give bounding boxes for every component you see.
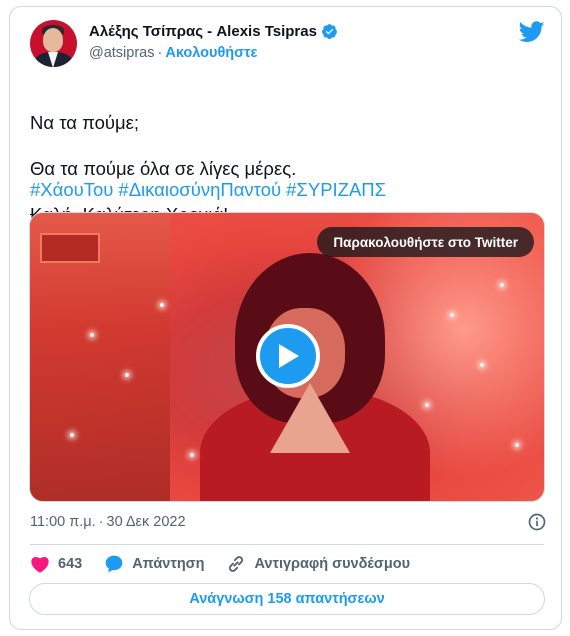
watch-on-twitter-button[interactable]: Παρακολουθήστε στο Twitter — [317, 227, 534, 257]
author-avatar[interactable] — [30, 20, 77, 67]
fairy-light — [425, 403, 429, 407]
tweet-timestamp[interactable]: 11:00 π.μ. · 30 Δεκ 2022 — [30, 514, 186, 530]
tweet-line-1: Να τα πούμε; — [30, 112, 140, 133]
fairy-light — [480, 363, 484, 367]
fairy-light — [70, 433, 74, 437]
hashtag-link[interactable]: #ΧάουΤου — [30, 179, 113, 201]
author-display-name[interactable]: Αλέξης Τσίπρας - Alexis Tsipras — [89, 23, 317, 40]
link-icon — [229, 556, 244, 572]
follow-button[interactable]: Ακολουθήστε — [165, 45, 257, 61]
tweet-actions: 643 Απάντηση Αντιγραφή συνδέσμου — [30, 552, 432, 576]
fairy-light — [500, 283, 504, 287]
fairy-light — [190, 453, 194, 457]
like-button[interactable]: 643 — [30, 555, 82, 573]
tweet-time: 11:00 π.μ. — [30, 514, 96, 530]
tweet-date: 30 Δεκ 2022 — [106, 514, 186, 530]
copy-link-button[interactable]: Αντιγραφή συνδέσμου — [226, 554, 410, 574]
fairy-light — [160, 303, 164, 307]
video-thumbnail[interactable]: Παρακολουθήστε στο Twitter — [29, 212, 545, 502]
hashtag-list: #ΧάουΤου #ΔικαιοσύνηΠαντού #ΣΥΡΙΖΑΠΣ — [30, 179, 386, 201]
verified-badge-icon — [322, 24, 337, 39]
info-icon[interactable] — [527, 512, 547, 532]
fairy-light — [450, 313, 454, 317]
hashtag-link[interactable]: #ΔικαιοσύνηΠαντού — [118, 179, 281, 201]
reply-button[interactable]: Απάντηση — [104, 554, 204, 574]
fairy-light — [90, 333, 94, 337]
author-handle-row: @atsipras · Ακολουθήστε — [89, 45, 257, 61]
reply-bubble-icon — [105, 555, 123, 573]
play-button[interactable] — [256, 324, 320, 388]
fairy-light — [125, 373, 129, 377]
tweet-line-2: Θα τα πούμε όλα σε λίγες μέρες. — [30, 158, 297, 179]
tweet-card: Αλέξης Τσίπρας - Alexis Tsipras @atsipra… — [9, 6, 562, 630]
copy-link-label: Αντιγραφή συνδέσμου — [254, 556, 411, 572]
hashtag-link[interactable]: #ΣΥΡΙΖΑΠΣ — [286, 179, 386, 201]
divider — [30, 544, 544, 545]
play-icon — [279, 344, 299, 368]
reply-label: Απάντηση — [132, 556, 205, 572]
timestamp-separator: · — [98, 514, 104, 530]
author-handle[interactable]: @atsipras — [89, 45, 155, 61]
video-background-radio — [40, 233, 100, 263]
author-name-row[interactable]: Αλέξης Τσίπρας - Alexis Tsipras — [89, 23, 338, 40]
twitter-bird-icon[interactable] — [519, 21, 545, 43]
handle-separator: · — [157, 45, 163, 61]
fairy-light — [515, 443, 519, 447]
heart-icon — [31, 557, 49, 573]
like-count: 643 — [58, 556, 83, 572]
read-replies-button[interactable]: Ανάγνωση 158 απαντήσεων — [29, 583, 545, 615]
